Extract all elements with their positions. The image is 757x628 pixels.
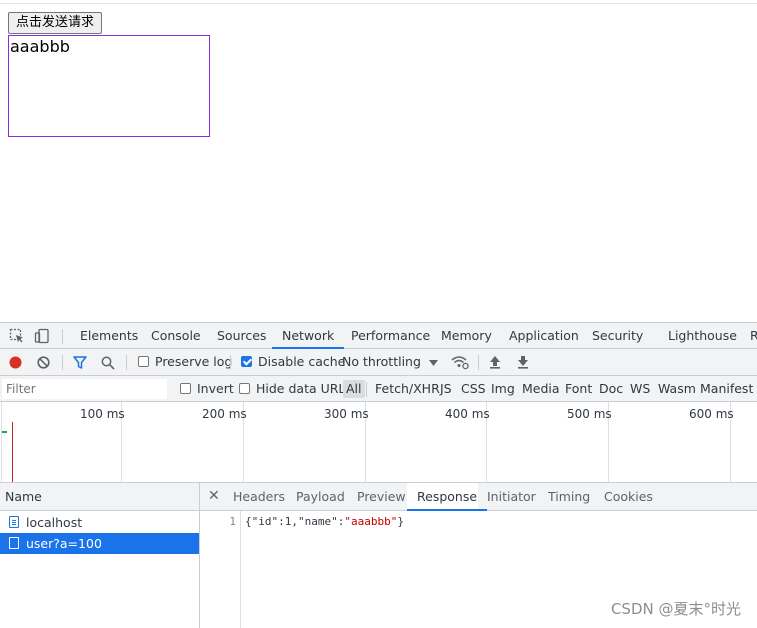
tab-overflow[interactable]: R [750, 323, 757, 348]
invert-label: Invert [197, 381, 234, 396]
device-toolbar-icon[interactable] [34, 328, 50, 344]
invert-checkbox[interactable] [180, 383, 191, 394]
timeline-label: 500 ms [567, 407, 612, 421]
toolbar-separator [62, 355, 63, 370]
tab-payload[interactable]: Payload [296, 483, 345, 510]
devtools-tabbar: Elements Console Sources Network Perform… [0, 322, 757, 349]
json-key: "id" [251, 515, 279, 528]
name-column-header[interactable]: Name [0, 483, 199, 511]
network-conditions-icon[interactable] [451, 355, 469, 370]
request-row-user[interactable]: user?a=100 [0, 533, 199, 554]
type-filter-css[interactable]: CSS [461, 376, 486, 401]
tab-timing[interactable]: Timing [548, 483, 590, 510]
type-filter-all[interactable]: All [343, 380, 365, 398]
hide-data-urls-checkbox[interactable] [239, 383, 250, 394]
tab-initiator[interactable]: Initiator [487, 483, 536, 510]
type-filter-font[interactable]: Font [565, 376, 592, 401]
top-divider [0, 3, 757, 4]
type-filter-wasm[interactable]: Wasm [658, 376, 696, 401]
type-filter-media[interactable]: Media [522, 376, 560, 401]
inspect-element-icon[interactable] [9, 328, 25, 344]
tab-performance[interactable]: Performance [351, 323, 430, 348]
preserve-log-checkbox[interactable] [138, 356, 149, 367]
network-toolbar: Preserve log Disable cache No throttling [0, 349, 757, 376]
json-punct: { [245, 515, 252, 528]
request-list: Name localhost user?a=100 [0, 483, 200, 628]
timeline-load-marker [12, 422, 13, 482]
request-name: localhost [26, 515, 83, 530]
network-filterbar: Invert Hide data URLs All Fetch/XHR JS C… [0, 376, 757, 402]
type-filter-js[interactable]: JS [440, 376, 452, 401]
tabbar-separator [62, 329, 63, 344]
detail-tabbar: ✕ Headers Payload Preview Response Initi… [200, 483, 757, 511]
disable-cache-option[interactable]: Disable cache [241, 349, 345, 375]
filterbar-separator [366, 382, 367, 397]
tab-cookies[interactable]: Cookies [604, 483, 653, 510]
watermark: CSDN @夏末°时光 [610, 600, 741, 618]
tab-elements[interactable]: Elements [80, 323, 138, 348]
type-filter-manifest[interactable]: Manifest [700, 376, 753, 401]
line-number-gutter: 1 [200, 511, 241, 628]
clear-icon[interactable] [37, 356, 50, 369]
devtools-panel: Elements Console Sources Network Perform… [0, 322, 757, 628]
timeline-overview[interactable]: 100 ms 200 ms 300 ms 400 ms 500 ms 600 m… [0, 402, 757, 483]
request-name: user?a=100 [26, 536, 102, 551]
tab-lighthouse[interactable]: Lighthouse [668, 323, 737, 348]
import-har-icon[interactable] [489, 355, 501, 369]
tab-memory[interactable]: Memory [441, 323, 492, 348]
timeline-label: 600 ms [689, 407, 734, 421]
tab-headers[interactable]: Headers [233, 483, 285, 510]
json-string-value: "aaabbb" [344, 515, 398, 528]
preserve-log-label: Preserve log [155, 354, 233, 369]
disable-cache-checkbox[interactable] [241, 356, 252, 367]
tab-response[interactable]: Response [406, 483, 488, 511]
json-key: "name" [298, 515, 338, 528]
disable-cache-label: Disable cache [258, 354, 346, 369]
timeline-label: 400 ms [445, 407, 490, 421]
document-icon [9, 516, 19, 528]
timeline-gridline [1, 402, 2, 482]
toolbar-separator [478, 355, 479, 370]
xhr-icon [9, 537, 19, 549]
throttling-select[interactable]: No throttling [342, 349, 421, 375]
hide-data-urls-option[interactable]: Hide data URLs [239, 376, 352, 401]
tab-security[interactable]: Security [592, 323, 643, 348]
toolbar-separator [126, 355, 127, 370]
timeline-label: 300 ms [324, 407, 369, 421]
close-icon[interactable]: ✕ [208, 488, 220, 504]
result-text: aaabbb [10, 37, 70, 56]
request-row-localhost[interactable]: localhost [0, 512, 199, 533]
tab-console[interactable]: Console [151, 323, 201, 348]
result-box: aaabbb [8, 35, 210, 137]
type-filter-doc[interactable]: Doc [599, 376, 623, 401]
record-icon[interactable] [9, 356, 22, 369]
type-filter-ws[interactable]: WS [630, 376, 650, 401]
json-punct: } [397, 515, 404, 528]
type-filter-fetch-xhr[interactable]: Fetch/XHR [375, 376, 440, 401]
timeline-request-bar [2, 431, 7, 433]
tab-preview[interactable]: Preview [357, 483, 406, 510]
line-number: 1 [229, 515, 236, 528]
send-request-button[interactable]: 点击发送请求 [8, 12, 103, 34]
tab-network[interactable]: Network [271, 323, 345, 349]
invert-option[interactable]: Invert [180, 376, 234, 401]
filter-input[interactable] [2, 379, 167, 399]
throttling-value: No throttling [342, 354, 421, 369]
json-punct: :1, [278, 515, 298, 528]
tab-application[interactable]: Application [509, 323, 579, 348]
filter-icon[interactable] [73, 356, 87, 369]
search-icon[interactable] [101, 356, 115, 370]
type-filter-img[interactable]: Img [491, 376, 515, 401]
export-har-icon[interactable] [517, 355, 529, 369]
chevron-down-icon[interactable] [429, 360, 438, 366]
toolbar-separator [230, 355, 231, 370]
response-body[interactable]: {"id":1,"name":"aaabbb"} [245, 515, 404, 528]
timeline-label: 100 ms [80, 407, 125, 421]
hide-data-urls-label: Hide data URLs [256, 381, 352, 396]
preserve-log-option[interactable]: Preserve log [138, 349, 232, 375]
tab-sources[interactable]: Sources [217, 323, 266, 348]
timeline-label: 200 ms [202, 407, 247, 421]
